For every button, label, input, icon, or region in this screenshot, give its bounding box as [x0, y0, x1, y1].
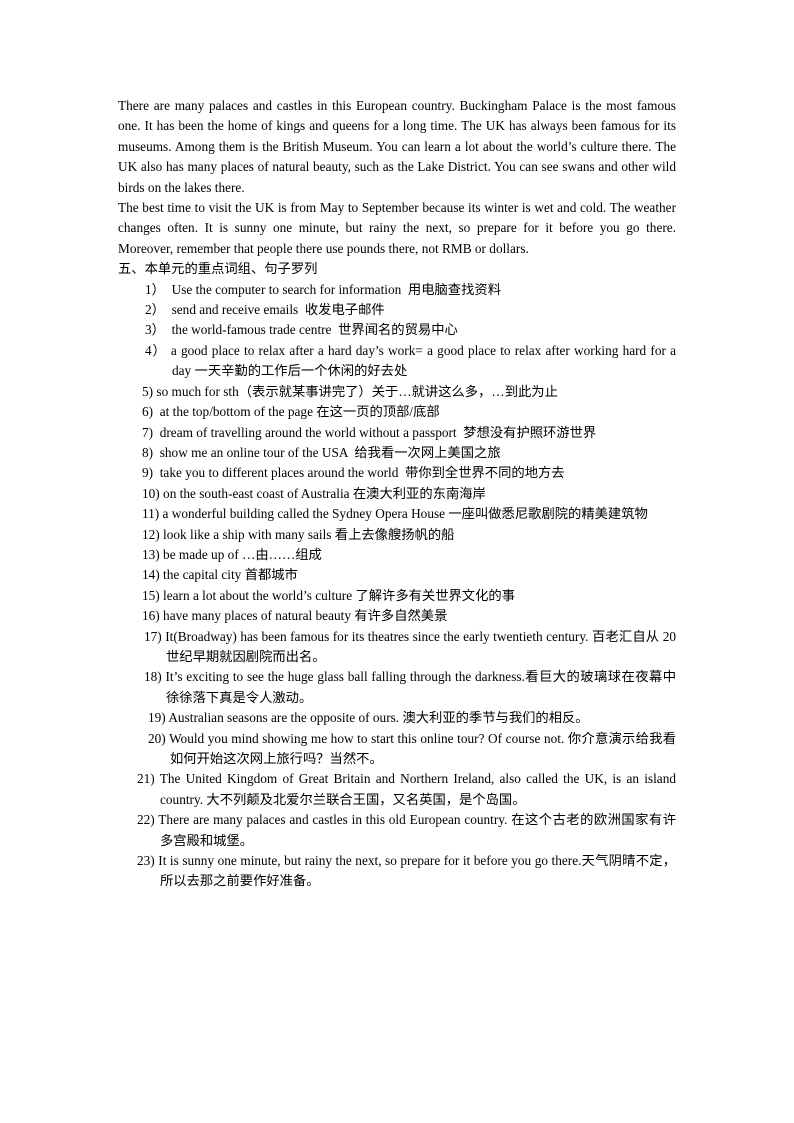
paragraph-uk-palaces: There are many palaces and castles in th…: [118, 98, 676, 195]
list-item-number: 14): [142, 567, 160, 583]
list-item-number: 5): [142, 383, 154, 399]
list-item-text: the capital city 首都城市: [159, 567, 298, 583]
paragraph-uk-weather: The best time to visit the UK is from Ma…: [118, 200, 676, 256]
list-item-text: a wonderful building called the Sydney O…: [159, 506, 648, 522]
list-item-text: at the top/bottom of the page 在这一页的顶部/底部: [153, 404, 440, 420]
list-item-text: The United Kingdom of Great Britain and …: [154, 771, 676, 807]
list-item: 2） send and receive emails 收发电子邮件: [145, 300, 676, 320]
list-item: 11) a wonderful building called the Sydn…: [142, 504, 676, 524]
list-item: 22) There are many palaces and castles i…: [137, 810, 676, 851]
list-item-number: 16): [142, 608, 160, 624]
list-item-text: on the south-east coast of Australia 在澳大…: [159, 485, 486, 501]
list-item: 20) Would you mind showing me how to sta…: [148, 729, 676, 770]
list-item-number: 21): [137, 771, 155, 787]
list-item-number: 10): [142, 485, 160, 501]
list-item: 21) The United Kingdom of Great Britain …: [137, 769, 676, 810]
list-item-number: 1）: [145, 281, 165, 297]
list-item-text: Would you mind showing me how to start t…: [165, 730, 676, 766]
list-item-number: 23): [137, 853, 155, 869]
list-item-text: It(Broadway) has been famous for its the…: [161, 628, 676, 664]
list-item-text: be made up of …由……组成: [159, 546, 322, 562]
list-item: 16) have many places of natural beauty 有…: [142, 606, 676, 626]
list-item: 14) the capital city 首都城市: [142, 565, 676, 585]
list-item: 18) It’s exciting to see the huge glass …: [144, 667, 676, 708]
list-item: 1） Use the computer to search for inform…: [145, 280, 676, 300]
list-item-number: 13): [142, 546, 160, 562]
list-item-text: learn a lot about the world’s culture 了解…: [159, 587, 515, 603]
list-item-number: 4）: [145, 342, 167, 358]
section-heading: 五、本单元的重点词组、句子罗列: [118, 261, 318, 277]
list-item: 3） the world-famous trade centre 世界闻名的贸易…: [145, 320, 676, 340]
list-item-number: 15): [142, 587, 160, 603]
list-item-number: 19): [148, 710, 166, 726]
list-item-text: look like a ship with many sails 看上去像艘扬帆…: [159, 526, 455, 542]
list-item-number: 18): [144, 669, 162, 685]
list-item-text: a good place to relax after a hard day’s…: [166, 342, 676, 379]
list-item-number: 20): [148, 730, 166, 746]
list-item-number: 3）: [145, 322, 165, 338]
list-item: 12) look like a ship with many sails 看上去…: [142, 525, 676, 545]
list-item: 13) be made up of …由……组成: [142, 545, 676, 565]
list-item-number: 12): [142, 526, 160, 542]
list-item-text: show me an online tour of the USA 给我看一次网…: [153, 444, 501, 460]
list-item-text: have many places of natural beauty 有许多自然…: [159, 608, 448, 624]
list-item-number: 22): [137, 812, 155, 828]
list-item-text: so much for sth（表示就某事讲完了）关于…就讲这么多，…到此为止: [153, 383, 558, 399]
list-item-text: Use the computer to search for informati…: [164, 281, 501, 297]
list-item: 9) take you to different places around t…: [142, 463, 676, 483]
list-item: 17) It(Broadway) has been famous for its…: [144, 627, 676, 668]
list-item-number: 17): [144, 628, 162, 644]
list-item-text: There are many palaces and castles in th…: [154, 812, 676, 848]
list-item-text: dream of travelling around the world wit…: [153, 424, 597, 440]
list-item-number: 2）: [145, 302, 165, 318]
list-item: 19) Australian seasons are the opposite …: [148, 708, 676, 728]
list-item: 23) It is sunny one minute, but rainy th…: [137, 851, 676, 892]
list-item-text: It’s exciting to see the huge glass ball…: [161, 669, 677, 705]
list-item-text: the world-famous trade centre 世界闻名的贸易中心: [164, 322, 458, 338]
list-item-text: It is sunny one minute, but rainy the ne…: [154, 853, 676, 889]
phrase-list: 1） Use the computer to search for inform…: [118, 280, 676, 892]
list-item-text: take you to different places around the …: [153, 465, 565, 481]
list-item: 4） a good place to relax after a hard da…: [145, 341, 676, 382]
document-body: There are many palaces and castles in th…: [118, 96, 676, 892]
list-item: 8) show me an online tour of the USA 给我看…: [142, 443, 676, 463]
list-item-text: send and receive emails 收发电子邮件: [164, 302, 385, 318]
list-item-number: 9): [142, 465, 154, 481]
document-page: There are many palaces and castles in th…: [0, 0, 794, 1123]
list-item-number: 8): [142, 444, 154, 460]
list-item-number: 7): [142, 424, 154, 440]
list-item: 6) at the top/bottom of the page 在这一页的顶部…: [142, 402, 676, 422]
list-item: 10) on the south-east coast of Australia…: [142, 484, 676, 504]
list-item-number: 6): [142, 404, 154, 420]
list-item-text: Australian seasons are the opposite of o…: [165, 710, 589, 726]
list-item: 5) so much for sth（表示就某事讲完了）关于…就讲这么多，…到此…: [142, 382, 676, 402]
list-item: 7) dream of travelling around the world …: [142, 423, 676, 443]
list-item: 15) learn a lot about the world’s cultur…: [142, 586, 676, 606]
list-item-number: 11): [142, 506, 160, 522]
